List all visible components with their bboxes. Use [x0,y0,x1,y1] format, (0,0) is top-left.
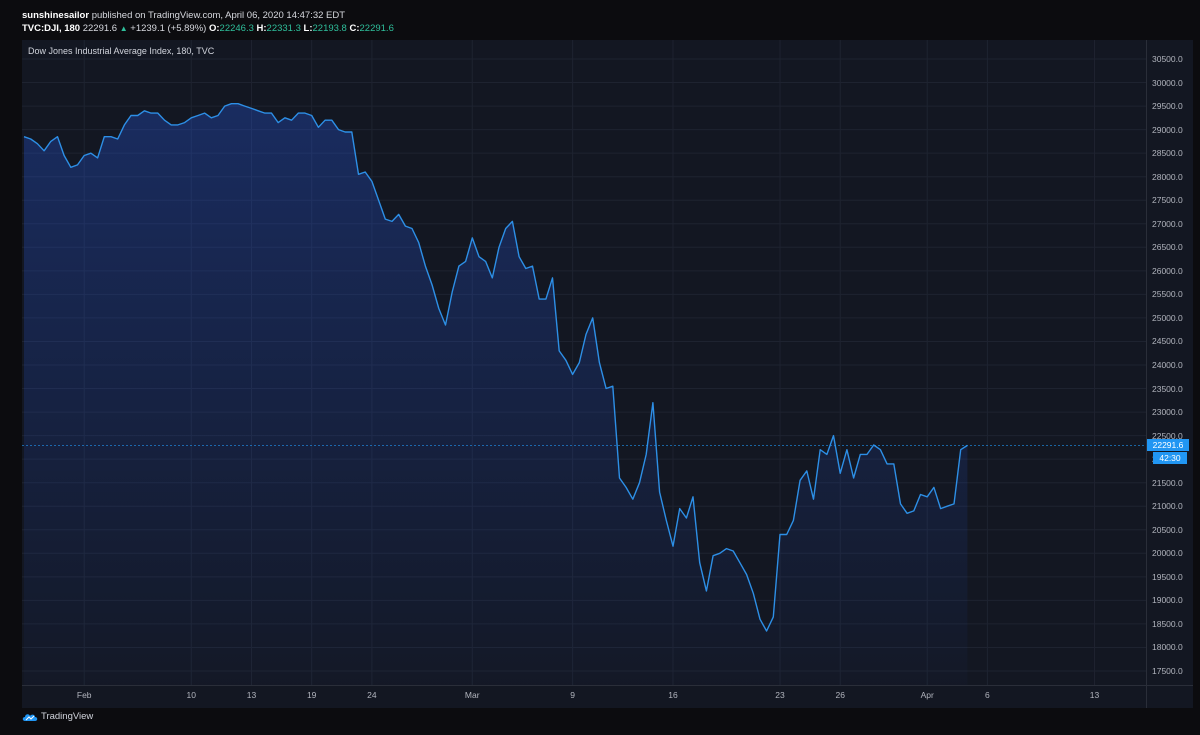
y-tick-label: 29000.0 [1152,124,1183,135]
y-tick-label: 23500.0 [1152,383,1183,394]
x-tick-label: 24 [367,690,377,700]
tradingview-cloud-icon [22,713,38,721]
y-tick-label: 23000.0 [1152,407,1183,418]
y-tick-label: 21500.0 [1152,477,1183,488]
y-tick-label: 27000.0 [1152,218,1183,229]
y-tick-label: 25000.0 [1152,312,1183,323]
y-tick-label: 18000.0 [1152,642,1183,653]
x-tick-label: 16 [668,690,678,700]
high-value: 22331.3 [266,23,301,34]
y-tick-label: 30000.0 [1152,77,1183,88]
y-tick-label: 18500.0 [1152,618,1183,629]
bar-countdown-tag: 42:30 [1153,452,1187,464]
y-tick-label: 24500.0 [1152,336,1183,347]
open-label: O: [208,23,220,34]
author-name[interactable]: sunshinesailor [22,10,89,21]
publish-line: sunshinesailor published on TradingView.… [22,9,394,22]
low-value: 22193.8 [312,23,347,34]
y-tick-label: 29500.0 [1152,101,1183,112]
y-tick-label: 25500.0 [1152,289,1183,300]
y-tick-label: 19000.0 [1152,595,1183,606]
chart-title: Dow Jones Industrial Average Index, 180,… [28,46,215,56]
last-price-tag: 22291.6 [1147,439,1189,451]
y-tick-label: 20500.0 [1152,524,1183,535]
symbol-label[interactable]: TVC:DJI, 180 [22,23,80,34]
y-tick-label: 26500.0 [1152,242,1183,253]
y-tick-label: 26000.0 [1152,265,1183,276]
x-tick-label: 10 [186,690,196,700]
y-tick-label: 17500.0 [1152,666,1183,676]
tradingview-logo[interactable]: TradingView [22,711,93,722]
x-tick-label: 13 [246,690,257,700]
x-tick-label: Feb [76,690,92,700]
y-tick-label: 30500.0 [1152,54,1183,64]
x-tick-label: 9 [570,690,575,700]
x-tick-label: 13 [1089,690,1100,700]
x-tick-label: Apr [920,690,934,700]
x-tick-label: 23 [775,690,785,700]
y-tick-label: 27500.0 [1152,195,1183,206]
up-arrow-icon: ▲ [119,24,128,33]
high-label: H: [256,23,267,34]
low-label: L: [303,23,313,34]
ohlc-line: TVC:DJI, 180 22291.6 ▲ +1239.1 (+5.89%) … [22,22,394,35]
open-value: 22246.3 [219,23,254,34]
price-change: +1239.1 (+5.89%) [130,23,207,34]
x-tick-label: 6 [985,690,990,700]
x-tick-label: 26 [835,690,845,700]
publish-info: published on TradingView.com, April 06, … [91,10,346,21]
x-tick-label: Mar [464,690,480,700]
last-price: 22291.6 [82,23,118,34]
x-tick-label: 19 [306,690,317,700]
close-label: C: [349,23,360,34]
y-tick-label: 20000.0 [1152,548,1183,559]
close-value: 22291.6 [359,23,394,34]
y-tick-label: 28500.0 [1152,148,1183,159]
logo-text: TradingView [41,711,94,722]
price-chart [22,40,1146,685]
y-tick-label: 28000.0 [1152,171,1183,182]
y-tick-label: 21000.0 [1152,501,1183,512]
price-area-fill [24,103,968,685]
chart-header: sunshinesailor published on TradingView.… [22,9,394,35]
y-tick-label: 19500.0 [1152,571,1183,582]
y-tick-label: 24000.0 [1152,360,1183,370]
